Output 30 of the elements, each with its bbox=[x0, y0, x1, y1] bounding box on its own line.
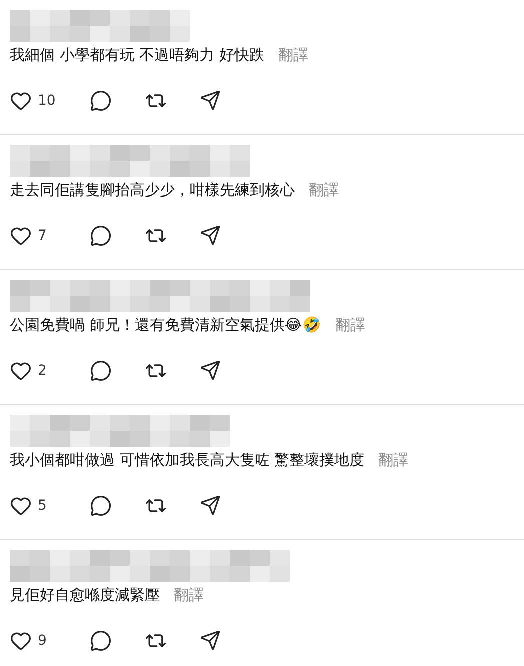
comment-text: 我細個 小學都有玩 不過唔夠力 好快跌 bbox=[10, 46, 264, 64]
like-count: 9 bbox=[38, 633, 47, 649]
comment-text: 見佢好自愈喺度減緊壓 bbox=[10, 586, 160, 604]
send-icon[interactable] bbox=[200, 360, 222, 382]
send-icon[interactable] bbox=[200, 495, 222, 517]
heart-icon[interactable] bbox=[10, 90, 32, 112]
comment-icon[interactable] bbox=[90, 90, 112, 112]
translate-link[interactable]: 翻譯 bbox=[378, 450, 409, 470]
like-count: 2 bbox=[38, 363, 47, 379]
like-count: 7 bbox=[38, 228, 47, 244]
send-icon[interactable] bbox=[200, 630, 222, 652]
comment-icon[interactable] bbox=[90, 630, 112, 652]
translate-link[interactable]: 翻譯 bbox=[174, 586, 204, 604]
translate-link[interactable]: 翻譯 bbox=[278, 46, 308, 64]
heart-icon[interactable] bbox=[10, 360, 32, 382]
heart-icon[interactable] bbox=[10, 630, 32, 652]
comment-icon[interactable] bbox=[90, 225, 112, 247]
comment-icon[interactable] bbox=[90, 360, 112, 382]
comment-icon[interactable] bbox=[90, 495, 112, 517]
send-icon[interactable] bbox=[200, 90, 222, 112]
send-icon[interactable] bbox=[200, 225, 222, 247]
like-count: 5 bbox=[38, 498, 47, 514]
translate-link[interactable]: 翻譯 bbox=[309, 180, 339, 200]
translate-link[interactable]: 翻譯 bbox=[335, 316, 366, 334]
comment-text: 我小個都咁做過 可惜依加我長高大隻咗 驚整壞撲地度 bbox=[10, 450, 365, 470]
comment-text: 走去同佢講隻腳抬高少少，咁樣先練到核心 bbox=[10, 180, 295, 200]
like-count: 10 bbox=[38, 93, 56, 109]
heart-icon[interactable] bbox=[10, 495, 32, 517]
comment-text: 公園免費喎 師兄！還有免費清新空氣提供😂🤣 bbox=[10, 316, 322, 334]
heart-icon[interactable] bbox=[10, 225, 32, 247]
